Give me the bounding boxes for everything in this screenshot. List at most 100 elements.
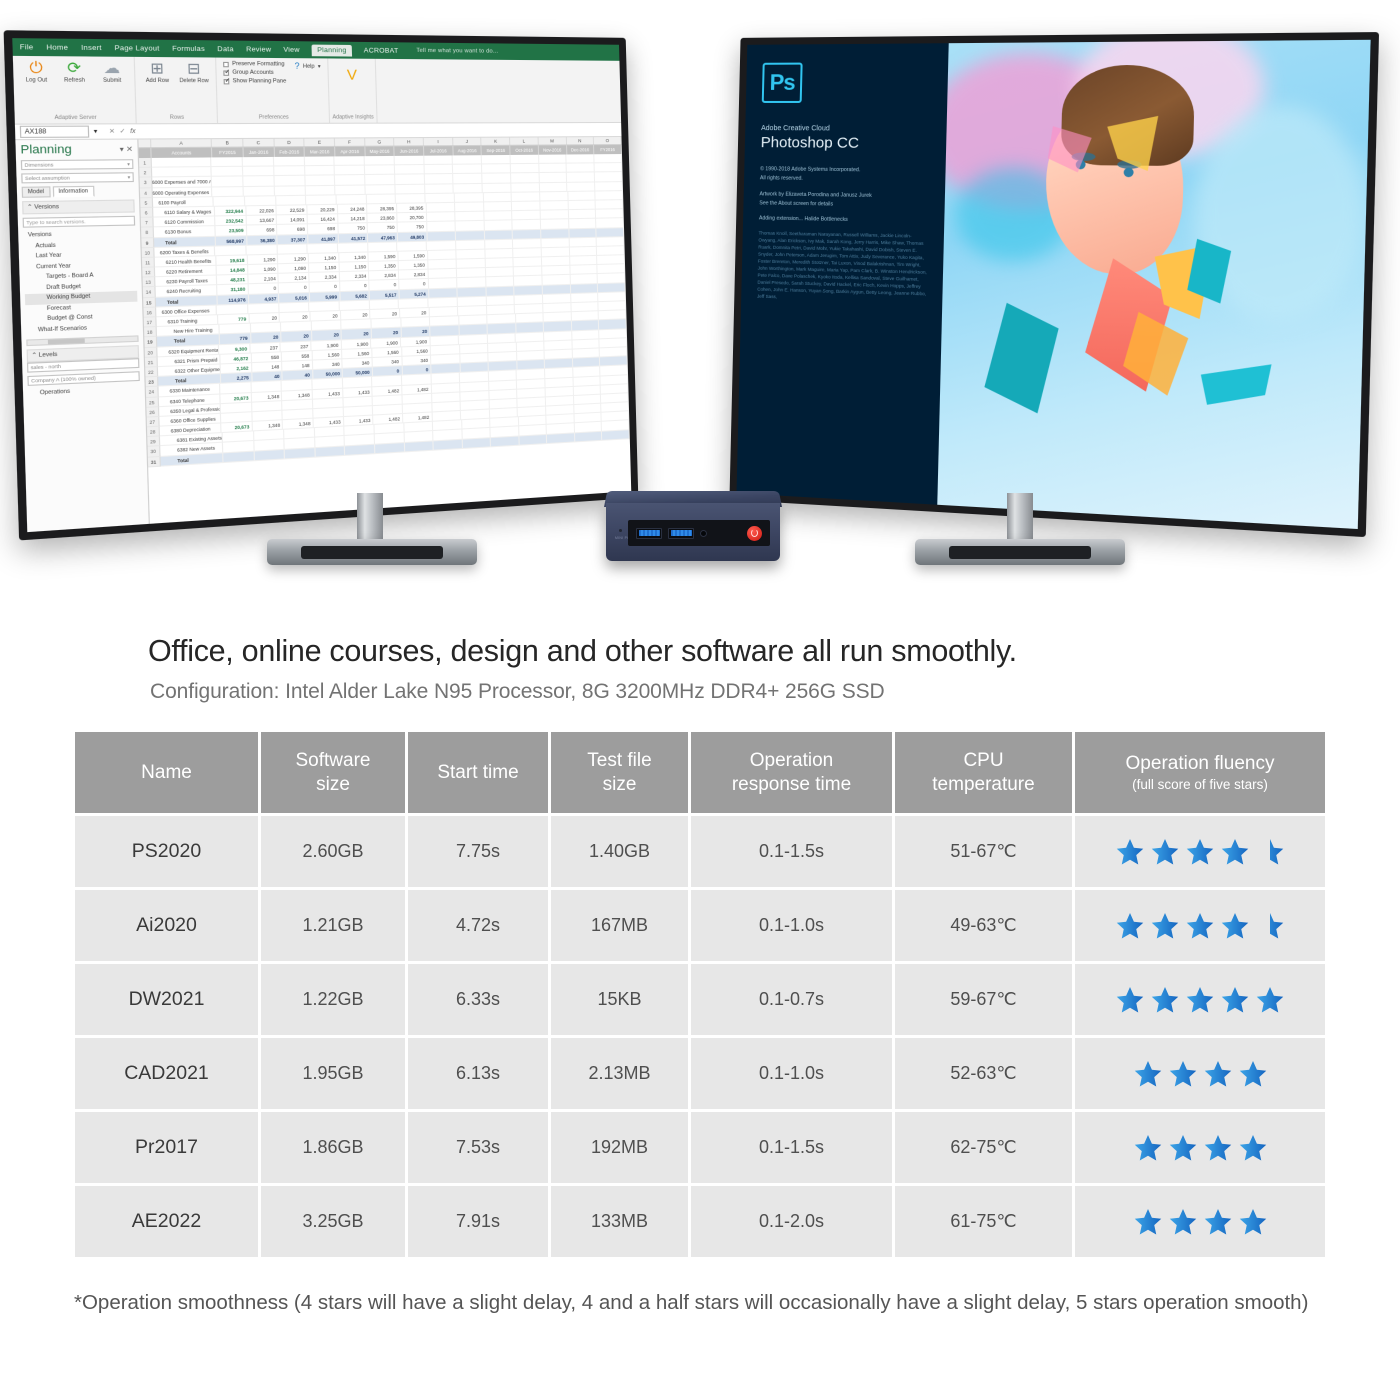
grid-rows[interactable]: 1 2 3 6000 Expenses and 7000 Allocations… (138, 154, 630, 468)
col-letter-A[interactable]: A (150, 139, 213, 148)
row-number[interactable]: 22 (145, 367, 158, 378)
col-letter-J[interactable]: J (452, 137, 482, 146)
grid-cell[interactable] (223, 451, 255, 463)
col-letter-L[interactable]: L (510, 137, 539, 145)
grid-cell[interactable] (482, 164, 512, 175)
grid-cell[interactable] (512, 210, 541, 221)
row-number[interactable]: 23 (145, 377, 158, 388)
grid-cell[interactable] (304, 156, 336, 167)
grid-cell[interactable] (567, 163, 596, 174)
grid-cell[interactable] (512, 201, 541, 212)
grid-cell[interactable] (595, 200, 624, 210)
grid-cell[interactable]: 23,860 (367, 213, 398, 224)
row-number[interactable]: 1 (138, 157, 152, 169)
row-number[interactable]: 4 (139, 187, 153, 198)
grid-cell[interactable] (481, 154, 511, 165)
grid-cell[interactable]: 22,026 (246, 205, 278, 217)
grid-cell[interactable] (334, 156, 366, 167)
grid-cell[interactable] (275, 195, 307, 206)
add-row-button[interactable]: ⊞ Add Row (142, 59, 173, 84)
grid-cell[interactable] (540, 191, 569, 202)
function-icon[interactable]: fx (130, 128, 136, 135)
grid-cell[interactable] (213, 196, 246, 207)
name-box[interactable]: AX188 (19, 125, 90, 138)
company-select[interactable]: Company A (100% owned) (27, 371, 140, 386)
grid-cell[interactable] (365, 184, 396, 195)
grid-cell[interactable] (539, 173, 568, 183)
grid-cell[interactable] (242, 156, 275, 168)
grid-cell[interactable] (602, 429, 630, 441)
grid-cell[interactable] (425, 193, 455, 204)
grid-cell[interactable] (396, 193, 426, 204)
grid-cell[interactable] (455, 202, 485, 213)
row-number[interactable]: 8 (141, 227, 154, 238)
grid-cell[interactable] (365, 165, 396, 176)
row-number[interactable]: 12 (142, 267, 155, 278)
grid-cell[interactable] (394, 165, 425, 176)
row-number[interactable]: 2 (139, 167, 152, 179)
ribbon-tab-home[interactable]: Home (46, 43, 68, 51)
grid-cell[interactable] (594, 163, 623, 173)
row-number[interactable]: 6 (140, 207, 153, 218)
row-number[interactable]: 14 (142, 287, 156, 298)
audio-jack[interactable] (700, 529, 707, 537)
grid-cell[interactable] (595, 172, 623, 183)
row-number[interactable]: 26 (146, 406, 159, 418)
row-number[interactable]: 17 (143, 317, 157, 328)
grid-cell[interactable] (245, 195, 277, 207)
row-number[interactable]: 20 (144, 347, 158, 358)
grid-cell[interactable] (595, 190, 624, 201)
grid-cell[interactable] (394, 155, 425, 166)
grid-cell[interactable]: 20,700 (397, 212, 427, 223)
grid-cell[interactable] (423, 155, 454, 166)
ribbon-tab-data[interactable]: Data (217, 45, 234, 53)
row-number[interactable]: 11 (141, 257, 155, 268)
grid-cell[interactable] (274, 166, 306, 177)
grid-cell[interactable] (574, 431, 603, 443)
grid-cell[interactable] (212, 186, 245, 197)
grid-cell[interactable] (273, 156, 305, 167)
row-number[interactable]: 25 (146, 396, 159, 408)
grid-cell[interactable] (336, 194, 367, 205)
grid-cell[interactable] (433, 439, 463, 451)
usb-port-1[interactable] (636, 527, 662, 539)
grid-cell[interactable] (345, 444, 376, 456)
grid-cell[interactable] (274, 185, 306, 197)
grid-cell[interactable] (243, 176, 275, 187)
grid-cell[interactable]: 28,395 (367, 203, 398, 214)
grid-cell[interactable] (511, 182, 540, 193)
versions-tree[interactable]: Versions Actuals Last Year Current Year … (23, 229, 138, 336)
ribbon-tab-insert[interactable]: Insert (81, 44, 102, 52)
grid-cell[interactable] (211, 167, 244, 178)
grid-cell[interactable] (426, 202, 456, 213)
ribbon-tab-formulas[interactable]: Formulas (172, 45, 205, 53)
row-number[interactable]: 24 (145, 386, 159, 398)
col-letter-C[interactable]: C (243, 138, 275, 147)
assumption-select[interactable]: Select assumption ▾ (21, 172, 134, 184)
row-number[interactable]: 5 (140, 197, 153, 208)
cancel-formula-icon[interactable]: ✕ (109, 128, 115, 136)
usb-port-2[interactable] (668, 527, 694, 539)
close-icon[interactable]: ▾ ✕ (120, 145, 133, 154)
grid-cell[interactable] (567, 172, 596, 183)
grid-cell[interactable]: 20,229 (307, 204, 338, 215)
grid-cell[interactable] (455, 211, 485, 222)
grid-cell[interactable] (212, 176, 244, 188)
grid-cell[interactable] (304, 166, 336, 177)
col-letter-I[interactable]: I (423, 137, 454, 146)
grid-cell[interactable] (426, 212, 456, 223)
row-number[interactable]: 21 (144, 357, 158, 368)
grid-cell[interactable] (540, 210, 569, 221)
grid-cell[interactable]: 322,944 (215, 206, 247, 217)
row-number[interactable]: 31 (147, 456, 161, 468)
col-letter-O[interactable]: O (594, 137, 622, 145)
grid-cell[interactable] (243, 166, 275, 177)
grid-cell[interactable] (453, 174, 483, 184)
accept-formula-icon[interactable]: ✓ (120, 128, 126, 136)
grid-cell[interactable] (510, 154, 540, 165)
grid-cell[interactable] (305, 185, 336, 196)
chevron-down-icon[interactable]: ▾ (94, 128, 98, 136)
grid-cell[interactable] (482, 173, 512, 184)
grid-cell[interactable] (424, 174, 454, 185)
ribbon-tab-view[interactable]: View (283, 46, 300, 54)
